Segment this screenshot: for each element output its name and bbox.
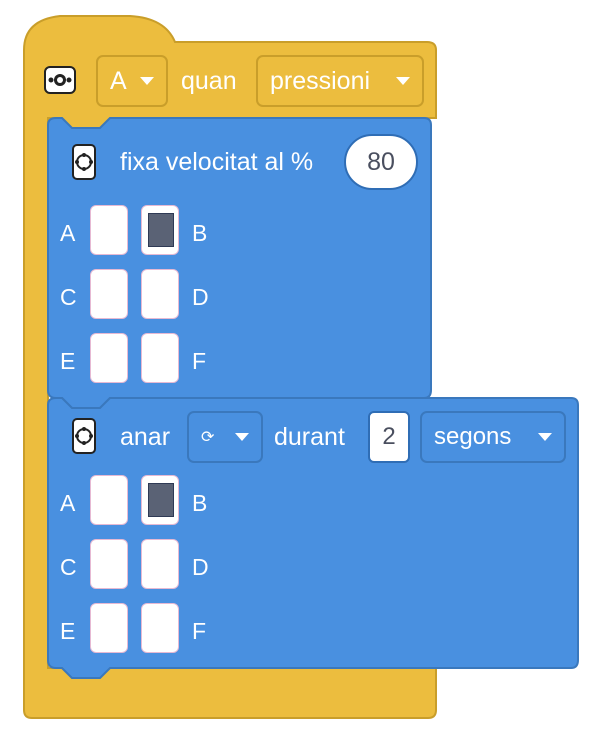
port-d-toggle[interactable] (141, 539, 179, 589)
port-label-f: F (192, 618, 207, 644)
motor-icon (72, 418, 96, 459)
port-c-toggle[interactable] (90, 539, 128, 589)
duration-input[interactable]: 2 (368, 411, 410, 463)
direction-dropdown[interactable]: ⟳ (187, 411, 263, 463)
port-a-toggle[interactable] (90, 475, 128, 525)
chevron-down-icon (538, 433, 552, 441)
port-label-b: B (192, 490, 208, 516)
during-label: durant (274, 423, 345, 451)
rotate-clockwise-icon: ⟳ (201, 429, 215, 446)
port-label-c: C (60, 554, 77, 580)
port-label-d: D (192, 554, 209, 580)
port-f-toggle[interactable] (141, 603, 179, 653)
run-label: anar (120, 423, 171, 451)
port-label-a: A (60, 490, 76, 516)
port-b-toggle[interactable] (141, 475, 179, 525)
chevron-down-icon (235, 433, 249, 441)
unit-dropdown-value: segons (434, 423, 512, 450)
port-label-e: E (60, 618, 76, 644)
port-e-toggle[interactable] (90, 603, 128, 653)
unit-dropdown[interactable]: segons (420, 411, 566, 463)
